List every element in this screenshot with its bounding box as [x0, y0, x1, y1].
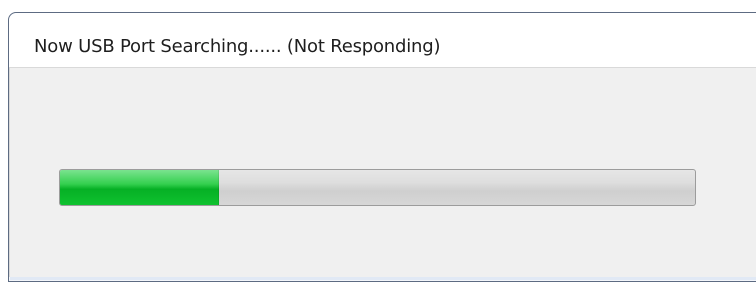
progress-bar-fill: [60, 170, 219, 205]
window-title: Now USB Port Searching...... (Not Respon…: [34, 36, 441, 57]
progress-bar: [59, 169, 696, 206]
